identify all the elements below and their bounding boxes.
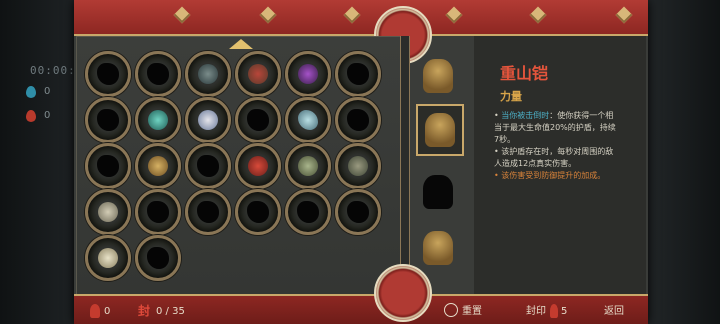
relic-slot[interactable] <box>135 235 181 281</box>
relic-slot[interactable] <box>135 97 181 143</box>
relic-slot[interactable] <box>235 51 281 97</box>
golden-idol-icon <box>423 59 453 93</box>
mana-icon <box>26 86 36 98</box>
relic-slot[interactable] <box>135 51 181 97</box>
pearl-relic-icon <box>198 110 218 130</box>
armor-relic-icon <box>148 156 168 176</box>
hud-timer: 00:00: <box>30 64 76 77</box>
relic-slot[interactable] <box>285 189 331 235</box>
relic-slot[interactable] <box>235 97 281 143</box>
egg-relic-icon <box>348 156 368 176</box>
back-button[interactable]: 返回 <box>604 302 624 317</box>
relic-panel: 重山铠 力量 • 当你被击倒时：使你获得一个相 当于最大生命值20%的护盾，持续… <box>74 0 648 324</box>
reset-button-icon <box>444 303 458 317</box>
locked-relic-icon <box>197 201 219 223</box>
seal-cost: 5 <box>561 306 568 317</box>
relic-slot[interactable] <box>235 143 281 189</box>
variant-item-selected[interactable] <box>416 104 464 156</box>
bottom-medallion[interactable] <box>374 264 432 322</box>
relic-slot[interactable] <box>335 189 381 235</box>
reset-button[interactable]: 重置 <box>462 302 482 317</box>
variant-item[interactable] <box>416 52 460 100</box>
relic-slot[interactable] <box>85 235 131 281</box>
locked-relic-icon <box>347 109 369 131</box>
relic-grid <box>76 36 406 296</box>
seal-button[interactable]: 封印 <box>526 302 546 317</box>
locked-relic-icon <box>147 247 169 269</box>
locked-idol-icon <box>423 175 453 209</box>
ember-currency-icon <box>550 304 558 318</box>
relic-category: 力量 <box>500 90 522 103</box>
locked-relic-icon <box>297 201 319 223</box>
description-line: 人造成12点真实伤害。 <box>494 159 577 168</box>
relic-slot[interactable] <box>285 97 331 143</box>
variant-list <box>408 36 472 294</box>
relic-slot[interactable] <box>335 51 381 97</box>
relic-slot[interactable] <box>335 97 381 143</box>
variant-item[interactable] <box>416 224 460 272</box>
relic-slot[interactable] <box>335 143 381 189</box>
locked-relic-icon <box>247 201 269 223</box>
relic-slot[interactable] <box>285 51 331 97</box>
scroll-relic-icon <box>98 248 118 268</box>
locked-relic-icon <box>147 63 169 85</box>
locked-relic-icon <box>97 63 119 85</box>
description-line: 当于最大生命值20%的护盾，持续 <box>494 123 616 132</box>
relic-slot[interactable] <box>185 143 231 189</box>
locked-relic-icon <box>97 155 119 177</box>
relic-slot[interactable] <box>185 97 231 143</box>
relic-description: • 当你被击倒时：使你获得一个相 当于最大生命值20%的护盾，持续 7秒。 • … <box>494 110 638 182</box>
ember-currency-icon <box>90 304 100 318</box>
hud-stat-a: 0 <box>44 86 51 97</box>
relic-slot[interactable] <box>85 97 131 143</box>
orb-relic-icon <box>298 156 318 176</box>
jade-relic-icon <box>148 110 168 130</box>
currency-count: 0 <box>104 306 111 317</box>
relic-slot[interactable] <box>185 51 231 97</box>
rune-relic-icon <box>248 64 268 84</box>
locked-relic-icon <box>347 201 369 223</box>
relic-slot[interactable] <box>85 189 131 235</box>
description-line: • 当你被击倒时：使你获得一个相 <box>494 111 614 120</box>
locked-relic-icon <box>197 155 219 177</box>
locked-relic-icon <box>97 109 119 131</box>
top-bar <box>74 0 648 36</box>
relic-slot[interactable] <box>135 189 181 235</box>
background-right <box>646 0 720 324</box>
description-line: • 该伤害受到防御提升的加成。 <box>494 171 606 180</box>
relic-slot[interactable] <box>85 51 131 97</box>
relic-name: 重山铠 <box>500 64 549 83</box>
golden-idol-icon <box>423 231 453 265</box>
relic-slot[interactable] <box>85 143 131 189</box>
description-line: 7秒。 <box>494 135 516 144</box>
relic-slot[interactable] <box>235 189 281 235</box>
hud-stat-b: 0 <box>44 110 51 121</box>
coral-relic-icon <box>248 156 268 176</box>
seal-icon: 封 <box>138 304 151 318</box>
relic-slot[interactable] <box>135 143 181 189</box>
crystal-relic-icon <box>298 64 318 84</box>
background-left <box>0 0 74 324</box>
locked-relic-icon <box>147 201 169 223</box>
seal-count: 0 / 35 <box>156 306 185 317</box>
bomb-relic-icon <box>198 64 218 84</box>
selection-arrow-icon <box>229 39 253 49</box>
shell-relic-icon <box>98 202 118 222</box>
locked-relic-icon <box>247 109 269 131</box>
blood-icon <box>26 110 36 122</box>
locked-relic-icon <box>347 63 369 85</box>
claw-relic-icon <box>298 110 318 130</box>
variant-item[interactable] <box>416 168 460 216</box>
relic-slot[interactable] <box>185 189 231 235</box>
golden-idol-icon <box>425 113 455 147</box>
relic-detail: 重山铠 力量 • 当你被击倒时：使你获得一个相 当于最大生命值20%的护盾，持续… <box>474 36 646 294</box>
relic-slot[interactable] <box>285 143 331 189</box>
description-line: • 该护盾存在时，每秒对周围的敌 <box>494 147 614 156</box>
